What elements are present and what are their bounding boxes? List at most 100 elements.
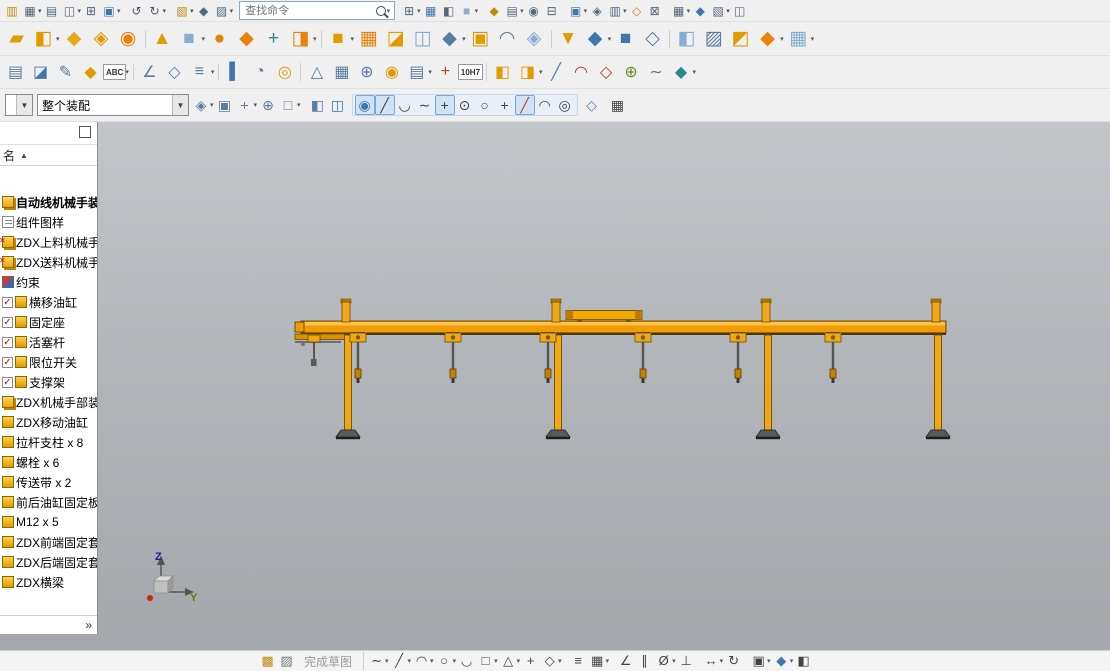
cad-icon[interactable]: ◇ [594,60,619,85]
cad-icon[interactable]: ◈ [191,95,211,115]
cad-icon[interactable]: ▣ [215,95,235,115]
cad-icon[interactable]: ◆ [691,2,709,20]
command-search-box[interactable]: ▾ [239,1,396,20]
cad-icon[interactable]: ◆ [485,2,503,20]
cad-icon[interactable]: + [434,95,455,115]
cad-icon[interactable]: ◆ [436,25,463,52]
visibility-checkbox[interactable]: ✓ [2,336,13,348]
dropdown-arrow-icon[interactable]: ▾ [385,657,389,665]
cad-icon[interactable]: ⊞ [400,2,418,20]
cad-icon[interactable]: ▣ [749,652,768,670]
orientation-triad[interactable]: Z Y [147,551,198,604]
cad-icon[interactable]: ⊙ [455,95,475,115]
tree-item[interactable]: 约束 [0,272,97,292]
cad-icon[interactable]: ▩ [258,652,277,670]
cad-icon[interactable]: ▦ [21,2,39,20]
cad-icon[interactable]: ▦ [588,652,607,670]
cad-icon[interactable]: ◩ [727,25,754,52]
dropdown-arrow-icon[interactable]: ▾ [417,7,421,15]
tree-item[interactable]: 拉杆支柱 x 8 [0,432,97,452]
cad-icon[interactable]: ▤ [503,2,521,20]
navigator-column-header[interactable]: 名 ▲ [0,145,97,166]
dropdown-arrow-icon[interactable]: ▾ [726,7,730,15]
dropdown-arrow-icon[interactable]: ▾ [811,35,815,43]
cad-icon[interactable]: ◈ [521,25,548,52]
tree-item[interactable]: ZDX前端固定套 [0,532,97,552]
expand-arrow-button[interactable]: » [85,618,92,632]
cad-icon[interactable]: ▦ [422,2,440,20]
selection-filter-combo[interactable]: ▼ [5,94,33,116]
cad-icon[interactable]: ▨ [213,2,231,20]
cad-icon[interactable]: ▥ [606,2,624,20]
cad-icon[interactable]: ■ [176,25,203,52]
cad-icon[interactable]: ◉ [379,60,404,85]
cad-icon[interactable]: ▦ [329,60,354,85]
3d-viewport[interactable]: Z Y [98,122,1110,650]
cad-icon[interactable]: ◇ [639,25,666,52]
tree-item[interactable]: ✓ 支撑架 [0,372,97,392]
cad-icon[interactable]: ▣ [567,2,585,20]
cad-icon[interactable]: + [521,652,540,670]
cad-icon[interactable]: ▦ [785,25,812,52]
cad-icon[interactable]: ◈ [588,2,606,20]
cad-icon[interactable]: + [235,95,255,115]
undock-window-icon[interactable] [79,126,91,138]
cad-icon[interactable]: ∠ [137,60,162,85]
dropdown-arrow-icon[interactable]: ▾ [494,657,498,665]
cad-icon[interactable]: ⊕ [354,60,379,85]
cad-icon[interactable]: ■ [612,25,639,52]
dropdown-arrow-icon[interactable]: ▾ [313,35,317,43]
cad-icon[interactable]: + [433,60,458,85]
cad-icon[interactable]: ↻ [724,652,743,670]
dropdown-arrow-icon[interactable]: ▾ [254,101,258,109]
dropdown-arrow-icon[interactable]: ▾ [584,7,588,15]
cad-icon[interactable]: ◆ [582,25,609,52]
cad-icon[interactable]: ↻ [146,2,164,20]
cad-icon[interactable]: ▤ [404,60,429,85]
cad-icon[interactable]: ╱ [390,652,409,670]
dropdown-arrow-icon[interactable]: ▾ [117,7,121,15]
cad-icon[interactable]: ◠ [535,95,555,115]
cad-icon[interactable]: ◆ [772,652,791,670]
visibility-checkbox[interactable]: ✓ [2,296,13,308]
cad-icon[interactable]: ■ [458,2,476,20]
cad-icon[interactable]: ▼ [555,25,582,52]
tree-item[interactable]: ZDX机械手部装 [0,392,97,412]
cad-icon[interactable]: ▥ [3,2,21,20]
cad-icon[interactable]: ○ [475,95,495,115]
tree-item[interactable]: 传送带 x 2 [0,472,97,492]
tree-item[interactable]: 自动线机械手装配 [0,192,97,212]
cad-icon[interactable]: ● [206,25,233,52]
dropdown-arrow-icon[interactable]: ▾ [78,7,82,15]
cad-icon[interactable]: ∼ [644,60,669,85]
dropdown-arrow-icon[interactable]: ▾ [558,657,562,665]
tree-item[interactable]: ✓ 固定座 [0,312,97,332]
dropdown-arrow-icon[interactable]: ▾ [693,68,697,76]
cad-icon[interactable]: ↔ [702,652,721,670]
tree-item[interactable]: ✓ 横移油缸 [0,292,97,312]
search-input[interactable] [243,3,374,18]
cad-icon[interactable]: ╱ [514,95,535,115]
cad-icon[interactable]: ╱ [544,60,569,85]
cad-icon[interactable]: ∼ [415,95,435,115]
cad-icon[interactable]: ▲ [149,25,176,52]
cad-icon[interactable]: ∠ [616,652,635,670]
selection-scope-combo[interactable]: 整个装配 ▼ [37,94,189,116]
dropdown-arrow-icon[interactable]: ▾ [408,657,412,665]
cad-icon[interactable]: ▦ [355,25,382,52]
cad-icon[interactable]: ◇ [162,60,187,85]
cad-icon[interactable]: ≡ [187,60,212,85]
cad-icon[interactable]: ▰ [3,25,30,52]
tree-item[interactable]: ✕ ZDX送料机械手 [0,252,97,272]
cad-icon[interactable]: ◈ [88,25,115,52]
visibility-checkbox[interactable]: ✓ [2,356,13,368]
dropdown-arrow-icon[interactable]: ▾ [163,7,167,15]
visibility-checkbox[interactable]: ✓ [2,316,13,328]
cad-icon[interactable]: + [260,25,287,52]
cad-icon[interactable]: ✎ [53,60,78,85]
search-icon[interactable] [375,5,386,16]
cad-icon[interactable]: ▧ [173,2,191,20]
cad-icon[interactable]: ◇ [628,2,646,20]
cad-icon[interactable]: ▦ [670,2,688,20]
cad-icon[interactable]: ⊟ [543,2,561,20]
